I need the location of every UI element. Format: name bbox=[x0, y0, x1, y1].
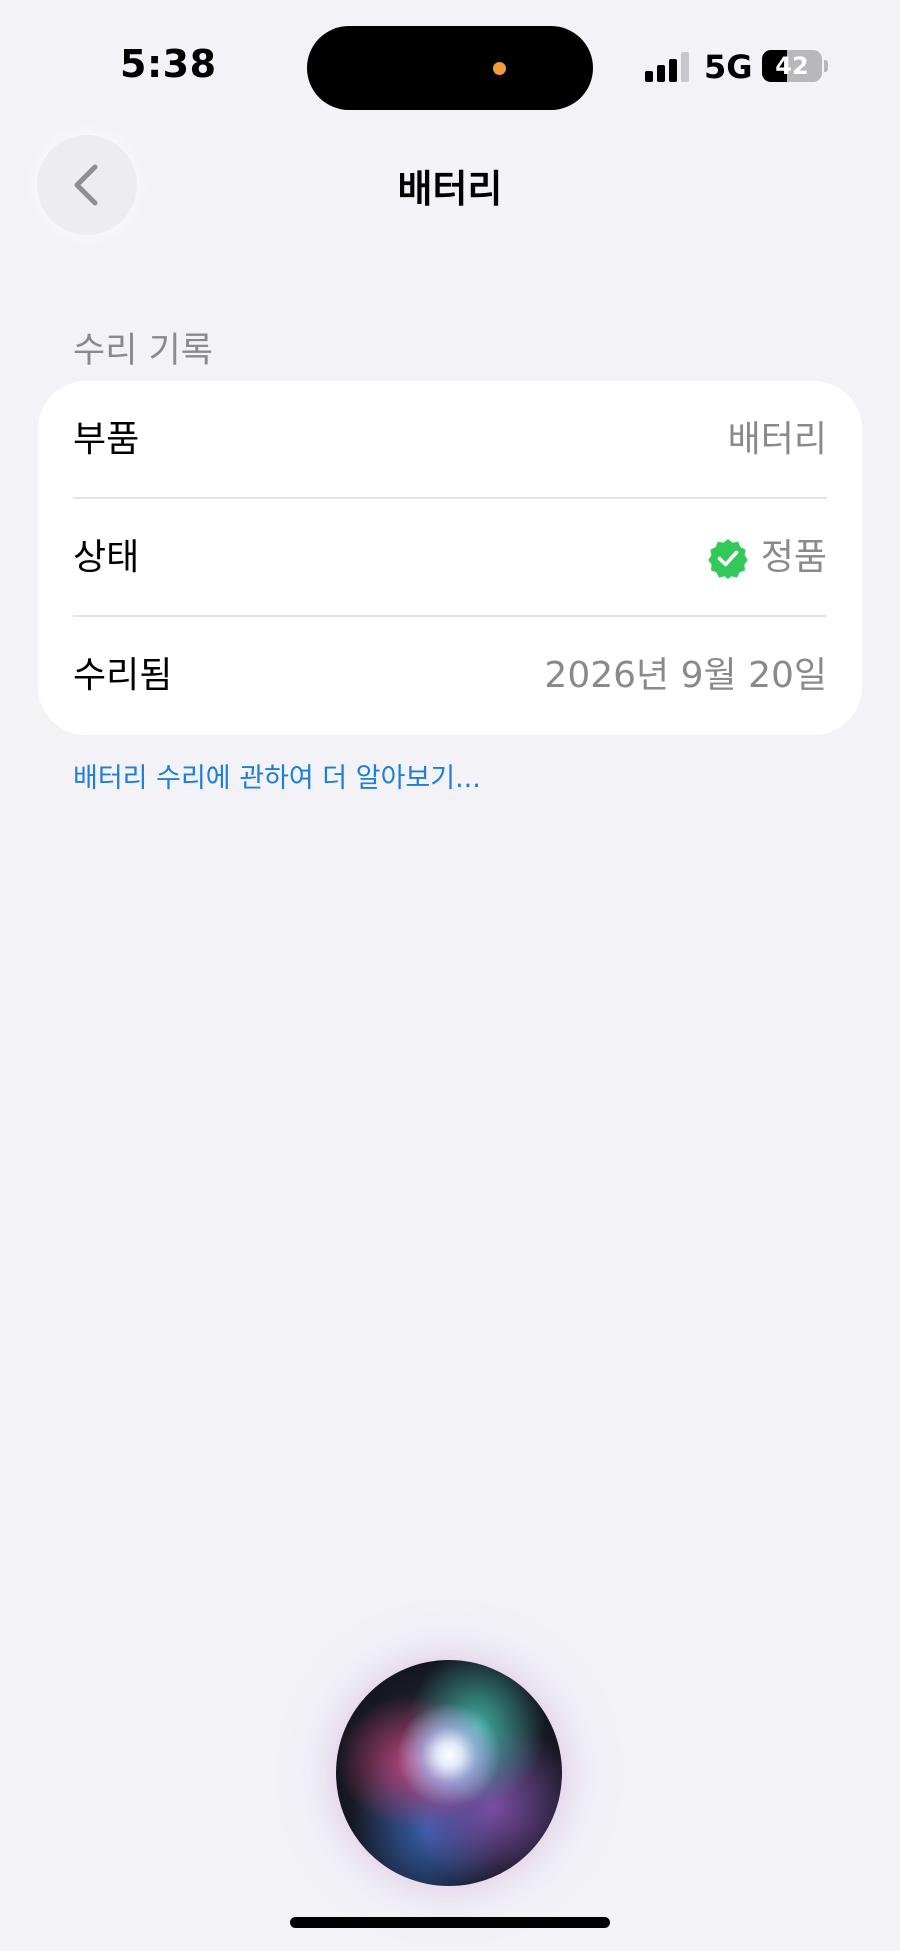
row-value: 배터리 bbox=[728, 381, 827, 499]
cellular-signal-icon bbox=[645, 52, 691, 82]
privacy-indicator-dot bbox=[493, 62, 506, 75]
dynamic-island bbox=[307, 26, 593, 110]
home-indicator[interactable] bbox=[290, 1917, 610, 1928]
row-label: 수리됨 bbox=[73, 655, 173, 696]
part-value: 배터리 bbox=[727, 419, 827, 460]
learn-more-link[interactable]: 배터리 수리에 관하여 더 알아보기... bbox=[73, 756, 481, 795]
repaired-date-value: 2026년 9월 20일 bbox=[544, 655, 827, 696]
status-value: 정품 bbox=[760, 537, 827, 578]
row-label: 상태 bbox=[73, 537, 140, 578]
battery-icon: 42 bbox=[762, 50, 822, 82]
network-type: 5G bbox=[704, 48, 753, 86]
row-status: 상태 정품 bbox=[73, 499, 827, 617]
row-part: 부품 배터리 bbox=[73, 381, 827, 499]
siri-orb[interactable] bbox=[336, 1660, 562, 1886]
row-value: 정품 bbox=[707, 499, 827, 617]
repair-history-card: 부품 배터리 상태 정품 수리됨 2026년 9월 20일 bbox=[38, 381, 862, 735]
row-label: 부품 bbox=[73, 419, 140, 460]
battery-percent: 42 bbox=[775, 52, 809, 80]
verified-badge-icon bbox=[707, 539, 748, 579]
status-time: 5:38 bbox=[120, 42, 217, 86]
row-repaired-date: 수리됨 2026년 9월 20일 bbox=[73, 617, 827, 735]
section-header-repair-history: 수리 기록 bbox=[73, 331, 213, 371]
battery-tip bbox=[824, 60, 828, 72]
page-title: 배터리 bbox=[397, 167, 503, 211]
row-value: 2026년 9월 20일 bbox=[544, 617, 827, 735]
